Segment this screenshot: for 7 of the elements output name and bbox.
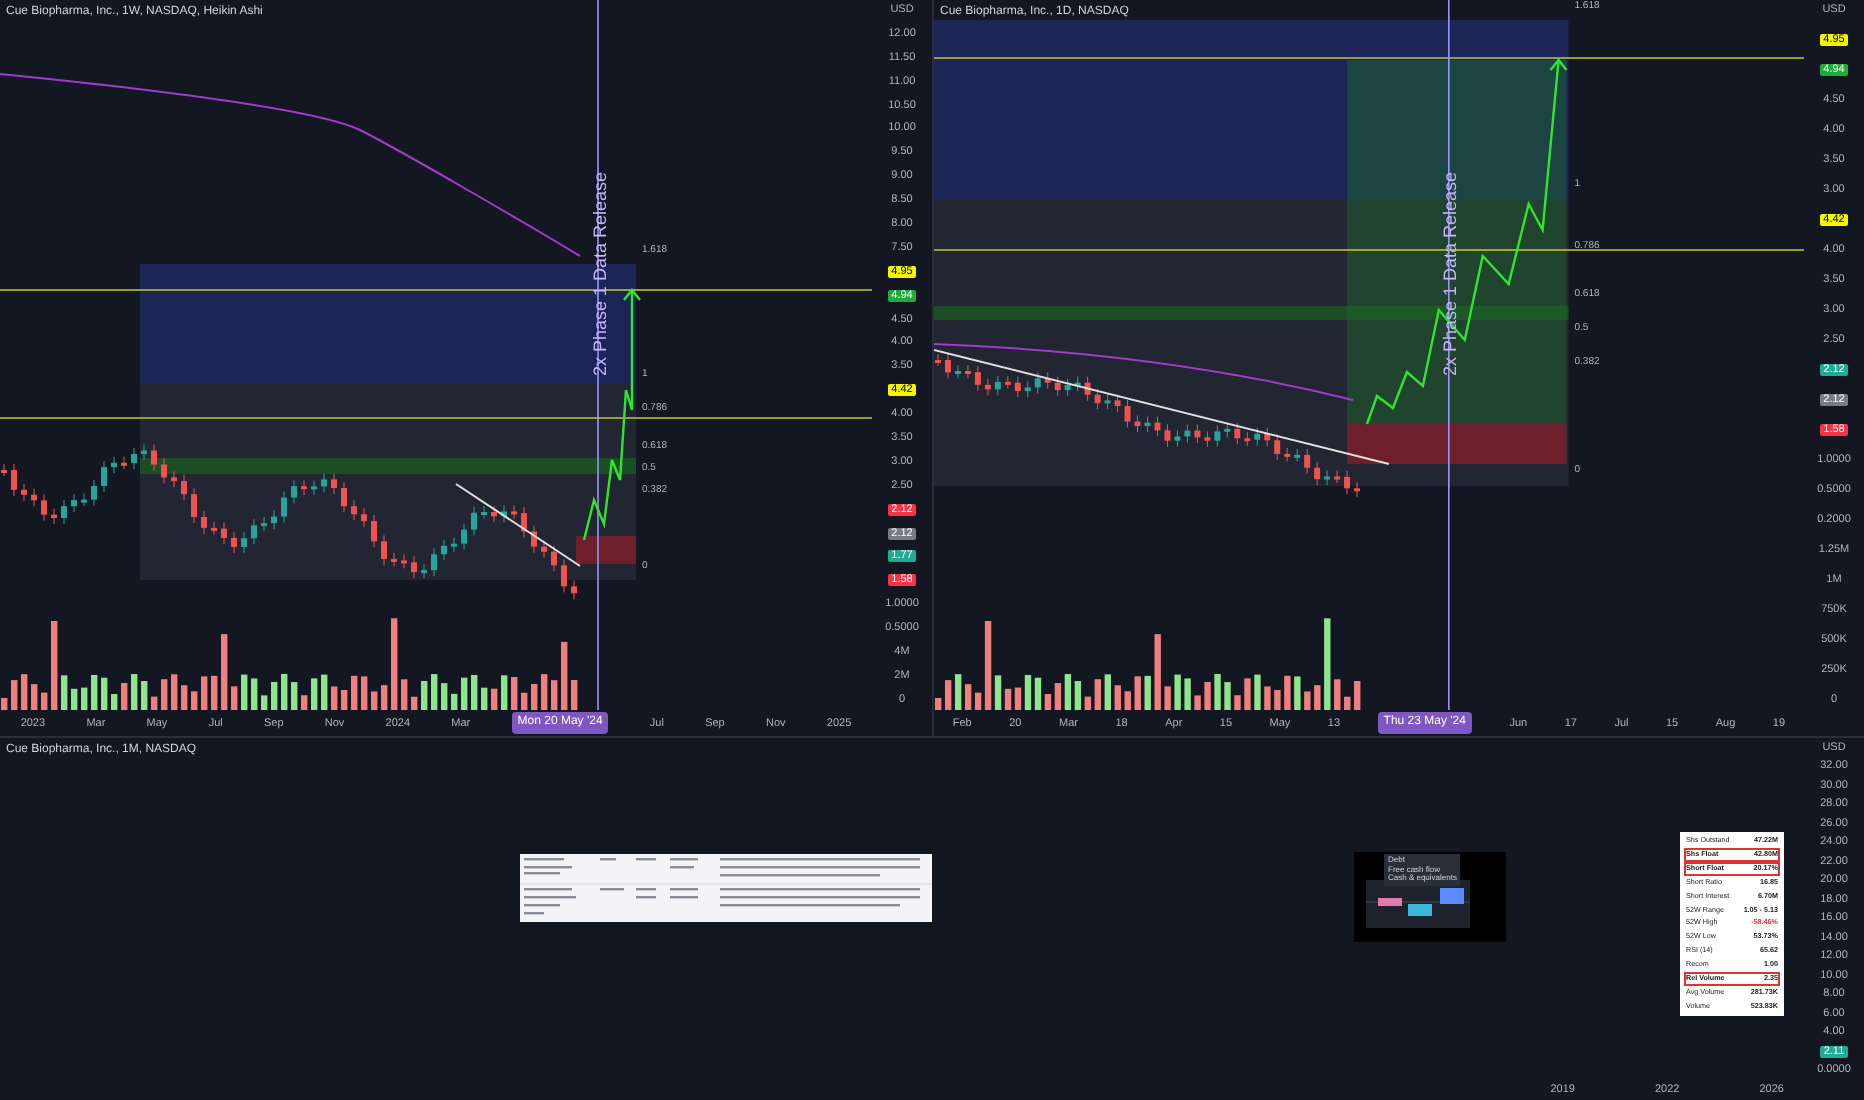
event-annotation: 2x Phase 1 Data Release [588, 172, 613, 377]
event-annotation: 2x Phase 1 Data Release [1437, 172, 1462, 377]
chart-bar [1408, 904, 1432, 916]
trend-line [455, 483, 581, 567]
chart-bar [1440, 888, 1464, 904]
chart-bar [1378, 898, 1402, 906]
stop-loss-zone [576, 536, 636, 564]
